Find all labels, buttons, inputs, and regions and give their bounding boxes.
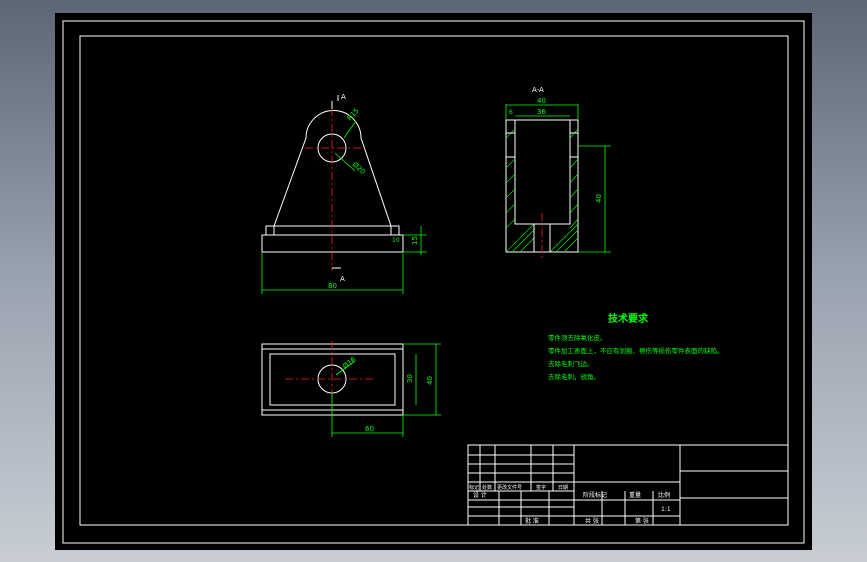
dim-width-80: 80 [328, 282, 337, 290]
dim-base-height: 15 [411, 236, 419, 245]
dim-top-60: 60 [365, 425, 374, 433]
top-outer [261, 343, 404, 416]
top-inner [269, 353, 396, 406]
scale-value: 1:1 [661, 506, 671, 513]
front-upright [273, 110, 392, 227]
tech-line-2: 零件加工表面上，不应有划痕、擦伤等损伤零件表面的缺陷。 [548, 346, 724, 355]
tech-notes: 技术要求 零件须去除氧化皮。 零件加工表面上，不应有划痕、擦伤等损伤零件表面的缺… [548, 312, 724, 381]
front-base-step-left [265, 225, 275, 236]
tech-line-4: 去除毛刺，锐角。 [548, 372, 600, 381]
tech-line-3: 去除毛刺飞边。 [548, 359, 594, 368]
sheets-total: 共 张 [585, 517, 599, 525]
section-mark-bottom: A [340, 275, 345, 283]
stage-label: 阶段标记 [583, 491, 607, 499]
front-view: A A R15 Ø20 80 15 10 [261, 93, 427, 294]
rev-h-3: 签字 [536, 484, 546, 491]
rev-h-0: 标记 [469, 484, 479, 491]
svg-text:10: 10 [392, 237, 400, 244]
tech-heading: 技术要求 [608, 312, 649, 325]
rev-h-4: 日期 [558, 485, 568, 491]
dim-section-height: 40 [595, 194, 603, 203]
front-base [261, 234, 404, 253]
drawing-sheet: A A R15 Ø20 80 15 10 A-A 40 36 6 40 Ø16 … [55, 13, 812, 550]
tech-line-1: 零件须去除氧化皮。 [548, 333, 607, 342]
section-cavity [514, 119, 571, 225]
rev-h-2: 更改文件号 [497, 484, 522, 491]
dim-top-30: 30 [406, 374, 414, 383]
weight-label: 重量 [629, 491, 641, 499]
front-base-step-right [390, 225, 400, 236]
cad-canvas: A A R15 Ø20 80 15 10 A-A 40 36 6 40 Ø16 … [62, 20, 805, 544]
sheet-no: 第 张 [635, 517, 649, 525]
section-view: A-A 40 36 6 40 [505, 86, 611, 258]
title-block: 标记 处数 更改文件号 签字 日期 设 计 阶段标记 重量 比例 1:1 批 准… [467, 444, 789, 526]
section-mark-top: A [341, 93, 346, 101]
dim-d20: Ø20 [351, 161, 367, 177]
dim-r15: R15 [346, 107, 361, 123]
rev-h-1: 处数 [482, 484, 492, 491]
dim-section-36: 36 [537, 108, 546, 116]
dim-section-6: 6 [509, 109, 513, 116]
section-title: A-A [532, 86, 544, 94]
inner-border [79, 35, 789, 526]
dim-top-40: 40 [426, 376, 434, 385]
outer-border [62, 20, 805, 544]
approve-label: 批 准 [525, 517, 539, 525]
top-view: Ø16 30 40 60 [261, 341, 441, 437]
designer-label: 设 计 [473, 491, 487, 499]
dim-top-d16: Ø16 [341, 355, 358, 371]
scale-label: 比例 [658, 491, 670, 499]
dim-section-40: 40 [537, 97, 546, 105]
